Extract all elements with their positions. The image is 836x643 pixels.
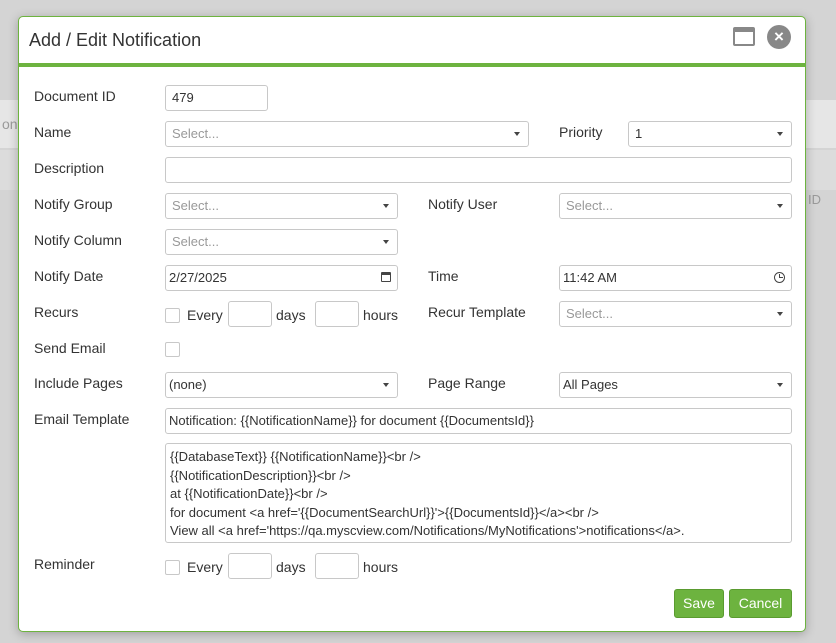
dialog-title-bar: Add / Edit Notification × [19,17,805,67]
recurs-days-label: days [276,307,306,323]
recurs-hours-input[interactable] [315,301,359,327]
notify-group-label: Notify Group [34,196,113,212]
name-label: Name [34,124,72,140]
page-range-select-value: All Pages [563,377,618,392]
chevron-down-icon [383,240,389,244]
name-select-value: Select... [172,126,219,141]
maximize-icon[interactable] [733,27,755,46]
reminder-checkbox[interactable] [165,560,180,575]
cancel-button[interactable]: Cancel [729,589,792,618]
dialog-title: Add / Edit Notification [29,30,202,50]
include-pages-label: Include Pages [34,375,123,391]
email-body-line: View all <a href='https://qa.myscview.co… [170,523,685,539]
recurs-days-input[interactable] [228,301,272,327]
notify-user-select-value: Select... [566,198,613,213]
email-template-label: Email Template [34,411,130,427]
recur-template-select-value: Select... [566,306,613,321]
email-body-line: {{NotificationDescription}}<br /> [170,467,351,483]
chevron-down-icon [777,204,783,208]
name-select[interactable]: Select... [165,121,529,147]
time-value: 11:42 AM [563,270,617,285]
notify-date-value: 2/27/2025 [169,270,227,285]
recurs-hours-label: hours [363,307,399,323]
chevron-down-icon [777,132,783,136]
notify-group-select-value: Select... [172,198,219,213]
recurs-every-label: Every [187,307,223,323]
description-label: Description [34,160,105,176]
reminder-days-input[interactable] [228,553,272,579]
email-body-line: at {{NotificationDate}}<br /> [170,486,328,502]
close-icon[interactable]: × [767,25,791,49]
send-email-label: Send Email [34,340,106,356]
notify-column-select-value: Select... [172,234,219,249]
priority-select-value: 1 [635,126,643,141]
recurs-label: Recurs [34,304,79,320]
reminder-days-label: days [276,559,306,575]
recur-template-label: Recur Template [428,304,526,320]
save-button[interactable]: Save [674,589,724,618]
document-id-input[interactable]: 479 [165,85,268,111]
time-input[interactable]: 11:42 AM [559,265,792,291]
reminder-hours-input[interactable] [315,553,359,579]
notify-user-select[interactable]: Select... [559,193,792,219]
notify-user-label: Notify User [428,196,498,212]
chevron-down-icon [383,383,389,387]
reminder-label: Reminder [34,556,95,572]
chevron-down-icon [514,132,520,136]
reminder-hours-label: hours [363,559,399,575]
notify-date-input[interactable]: 2/27/2025 [165,265,398,291]
include-pages-select-value: (none) [169,377,207,392]
email-body-line: {{DatabaseText}} {{NotificationName}}<br… [170,449,421,464]
clock-icon[interactable] [774,272,785,283]
description-input[interactable] [165,157,792,183]
email-body-line: for document <a href='{{DocumentSearchUr… [170,504,599,520]
include-pages-select[interactable]: (none) [165,372,398,398]
recur-template-select[interactable]: Select... [559,301,792,327]
email-body-textarea[interactable]: {{DatabaseText}} {{NotificationName}}<br… [165,443,792,543]
notify-column-select[interactable]: Select... [165,229,398,255]
page-range-label: Page Range [428,375,506,391]
chevron-down-icon [777,312,783,316]
notify-column-label: Notify Column [34,232,122,248]
chevron-down-icon [777,383,783,387]
notify-date-label: Notify Date [34,268,104,284]
chevron-down-icon [383,204,389,208]
email-subject-input[interactable]: Notification: {{NotificationName}} for d… [165,408,792,434]
calendar-icon[interactable] [381,272,391,282]
reminder-every-label: Every [187,559,223,575]
time-label: Time [428,268,459,284]
document-id-label: Document ID [34,88,116,104]
send-email-checkbox[interactable] [165,342,180,357]
background-text-left: on [2,116,18,132]
recurs-checkbox[interactable] [165,308,180,323]
priority-select[interactable]: 1 [628,121,792,147]
background-text-right: ID [808,192,821,207]
priority-label: Priority [559,124,603,140]
notify-group-select[interactable]: Select... [165,193,398,219]
notification-dialog: Add / Edit Notification × Document ID 47… [18,16,806,632]
page-range-select[interactable]: All Pages [559,372,792,398]
